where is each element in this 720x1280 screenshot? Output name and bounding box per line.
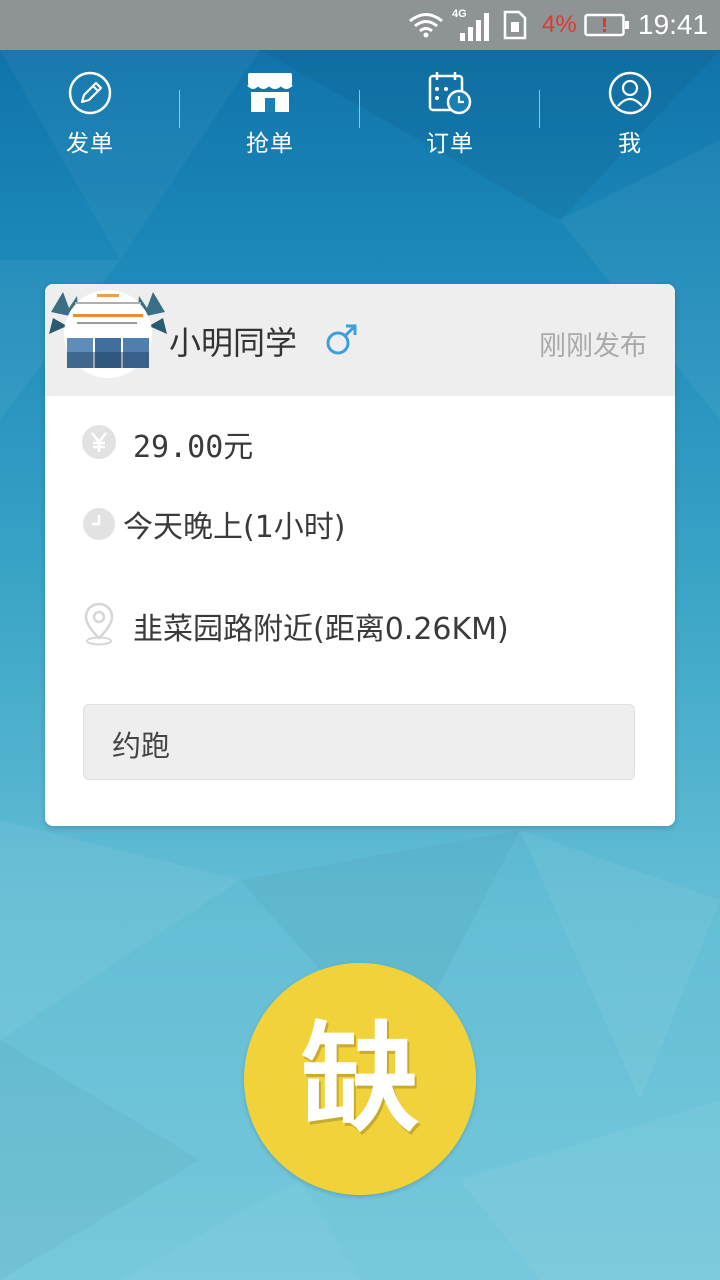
price-text: 29.00元 [133, 430, 254, 465]
tab-label: 我 [618, 131, 642, 157]
note-box: 约跑 [83, 704, 635, 780]
tab-orders[interactable]: 订单 [360, 68, 540, 168]
calendar-clock-icon [425, 68, 475, 118]
note-text: 约跑 [112, 729, 171, 763]
top-tab-bar: 发单 抢单 订单 我 [0, 50, 720, 168]
network-type-label: 4G [452, 8, 467, 20]
sim-alert-icon [502, 0, 532, 50]
grab-order-button[interactable]: 缺 [244, 963, 476, 1195]
wifi-icon [408, 0, 446, 50]
time-text: 今天晚上(1小时) [123, 510, 346, 545]
store-icon [245, 68, 295, 118]
tab-post-order[interactable]: 发单 [0, 68, 180, 168]
location-text: 韭菜园路附近(距离0.26KM) [133, 612, 509, 647]
user-icon [605, 68, 655, 118]
location-pin-icon [83, 602, 115, 646]
tab-label: 抢单 [246, 131, 294, 157]
time-row: 今天晚上(1小时) [45, 492, 675, 552]
tab-label: 订单 [426, 131, 474, 157]
tab-grab-order[interactable]: 抢单 [180, 68, 360, 168]
grab-button-label: 缺 [300, 1010, 419, 1148]
card-header: 小明同学 刚刚发布 [45, 284, 675, 396]
male-icon [325, 322, 359, 356]
signal-icon: 4G [450, 0, 494, 50]
price-row: 29.00元 [45, 412, 675, 472]
clock-time: 19:41 [638, 9, 709, 40]
status-bar: 4G 4% 19:41 [0, 0, 720, 50]
post-time: 刚刚发布 [539, 331, 647, 362]
yen-icon [81, 424, 117, 460]
location-row: 韭菜园路附近(距离0.26KM) [45, 594, 675, 654]
tab-me[interactable]: 我 [540, 68, 720, 168]
battery-low-icon [584, 0, 630, 50]
order-card[interactable]: 小明同学 刚刚发布 29.00元 今天晚上(1小时) 韭菜园路附近(距离0.26… [45, 284, 675, 826]
user-name: 小明同学 [169, 324, 298, 362]
tab-label: 发单 [66, 131, 114, 157]
pencil-icon [65, 68, 115, 118]
battery-percent: 4% [542, 11, 577, 38]
clock-icon [81, 506, 117, 542]
avatar[interactable] [49, 288, 167, 384]
